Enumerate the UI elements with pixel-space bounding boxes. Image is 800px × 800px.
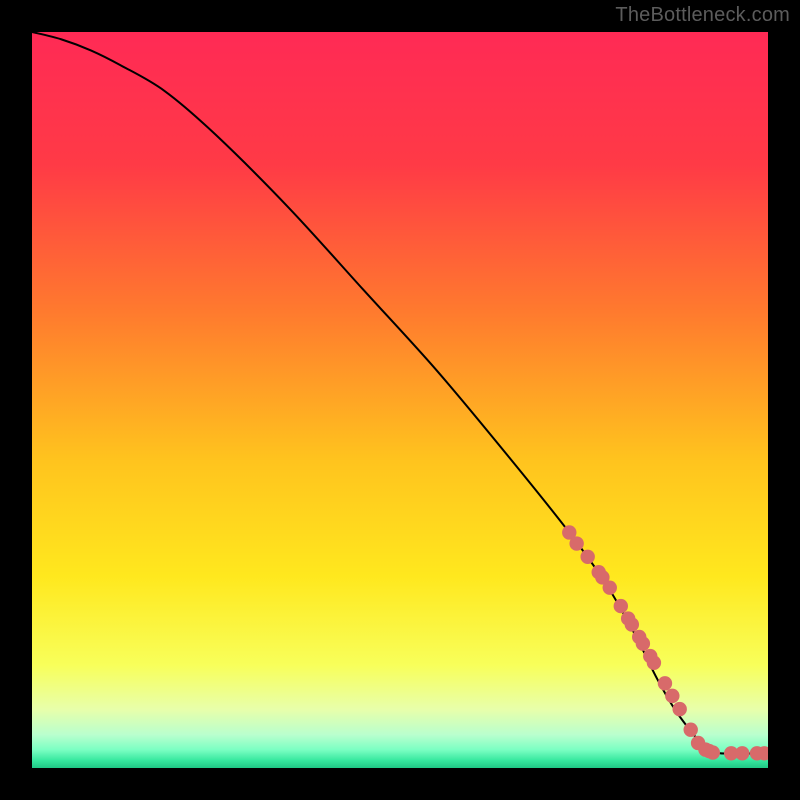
marker-point xyxy=(636,636,650,650)
plot-svg xyxy=(32,32,768,768)
marker-point xyxy=(614,599,628,613)
plot-area xyxy=(32,32,768,768)
marker-point xyxy=(706,745,720,759)
marker-point xyxy=(672,702,686,716)
marker-point xyxy=(735,746,749,760)
watermark-text: TheBottleneck.com xyxy=(615,4,790,27)
marker-point xyxy=(665,689,679,703)
marker-point xyxy=(684,723,698,737)
marker-point xyxy=(569,536,583,550)
marker-point xyxy=(658,676,672,690)
marker-point xyxy=(647,656,661,670)
marker-point xyxy=(625,617,639,631)
marker-point xyxy=(603,580,617,594)
chart-container: TheBottleneck.com xyxy=(0,0,800,800)
marker-point xyxy=(580,550,594,564)
